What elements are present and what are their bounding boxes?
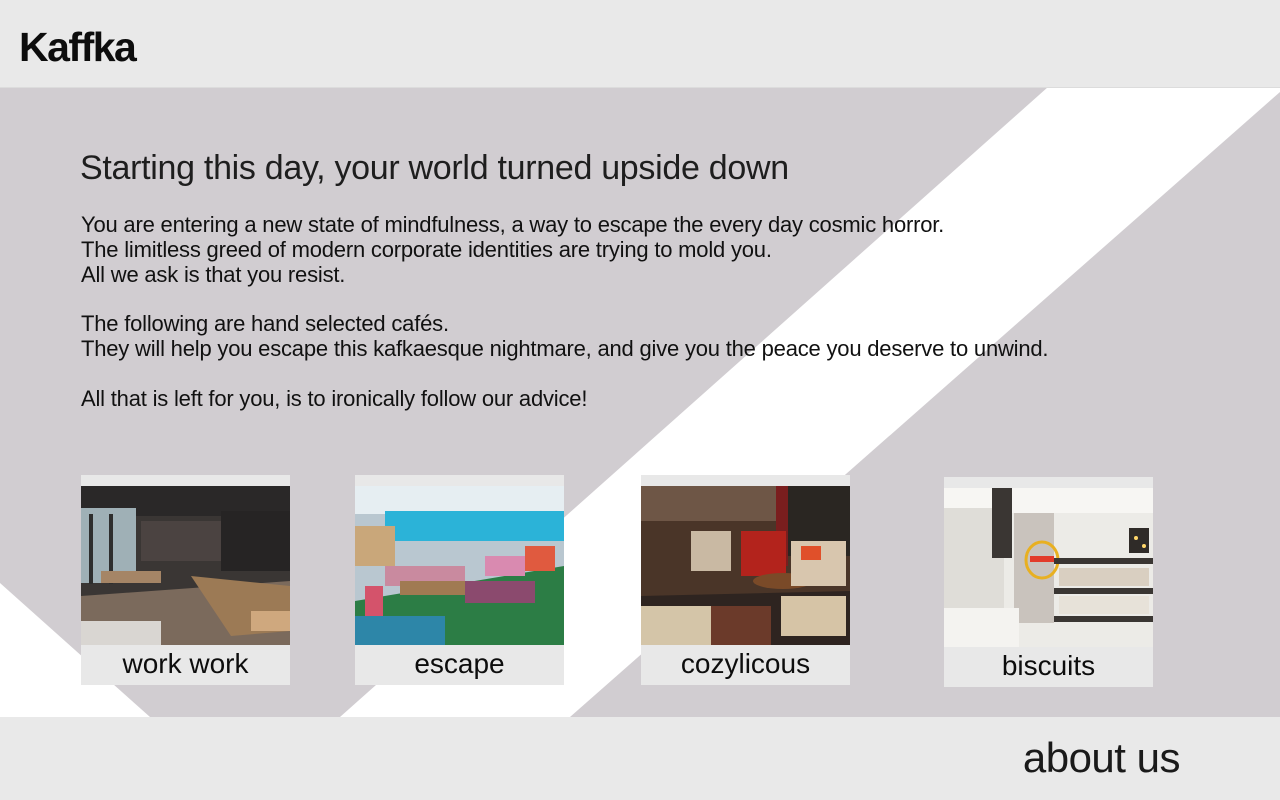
cafe-label: escape: [414, 648, 505, 679]
intro-line: They will help you escape this kafkaesqu…: [81, 335, 1049, 361]
page-headline: Starting this day, your world turned ups…: [80, 149, 789, 187]
top-bar: Kaffka: [0, 0, 1280, 88]
cafe-photo: [81, 486, 290, 645]
cafe-label: biscuits: [1001, 650, 1096, 681]
cafe-card-biscuits[interactable]: biscuits: [944, 477, 1153, 687]
intro-line: All that is left for you, is to ironical…: [81, 385, 588, 411]
cafe-photo: [355, 486, 564, 645]
intro-line: You are entering a new state of mindfuln…: [81, 212, 945, 237]
cafe-card-cozylicous[interactable]: cozylicous: [641, 475, 850, 685]
intro-line: All we ask is that you resist.: [81, 261, 346, 287]
intro-line: The limitless greed of modern corporate …: [81, 236, 772, 262]
intro-line: The following are hand selected cafés.: [81, 311, 449, 337]
cafe-card-escape[interactable]: escape: [355, 475, 564, 685]
intro-text: You are entering a new state of mindfuln…: [81, 212, 1181, 411]
about-us-link[interactable]: about us: [1023, 733, 1181, 783]
cafe-label: cozylicous: [680, 648, 811, 679]
cafe-card-work-work[interactable]: work work: [81, 475, 290, 685]
cafe-photo: [641, 486, 850, 645]
cafe-photo: [944, 488, 1153, 647]
cafe-label: work work: [122, 648, 249, 679]
bottom-bar: about us: [0, 717, 1280, 800]
logo[interactable]: Kaffka: [19, 22, 137, 72]
main-content: Starting this day, your world turned ups…: [0, 87, 1280, 717]
